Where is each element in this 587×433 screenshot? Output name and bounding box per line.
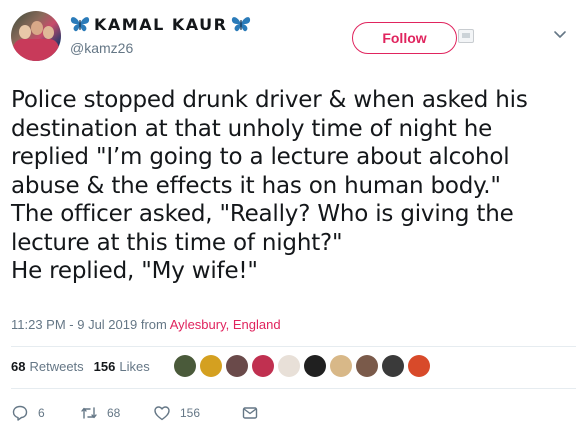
avatar-face [19,25,31,39]
liker-avatar-10[interactable] [408,355,430,377]
likes-stat[interactable]: 156 Likes [94,359,150,374]
direct-message-action[interactable] [241,404,259,422]
reply-count: 6 [38,406,45,420]
butterfly-icon [232,17,251,32]
liker-avatar-2[interactable] [200,355,222,377]
likes-count: 156 [93,359,116,374]
reply-action[interactable]: 6 [11,404,80,422]
tweet-text: Police stopped drunk driver & when asked… [11,87,528,284]
like-action[interactable]: 156 [153,404,241,422]
retweets-count: 68 [11,359,26,374]
retweet-action[interactable]: 68 [80,404,153,422]
liker-avatar-8[interactable] [356,355,378,377]
likes-label: Likes [119,359,150,374]
user-name-row[interactable]: KAMAL KAUR [69,12,252,36]
tweet-location[interactable]: Aylesbury, England [170,317,281,332]
liker-avatars [174,355,434,377]
liker-avatar-7[interactable] [330,355,352,377]
tweet-actions: 6 68 156 [11,402,259,424]
retweets-stat[interactable]: 68 Retweets [11,359,84,374]
avatar-face [31,21,43,35]
avatar-figure [13,39,59,61]
retweets-label: Retweets [29,359,84,374]
avatar-face [43,26,54,39]
like-count: 156 [180,406,201,420]
butterfly-icon [70,17,90,32]
user-handle[interactable]: @kamz26 [70,40,133,56]
follow-button[interactable]: Follow [352,22,457,54]
divider [11,388,576,389]
liker-avatar-3[interactable] [226,355,248,377]
divider [11,346,576,347]
retweet-icon [81,407,97,419]
reply-icon [12,405,28,421]
liker-avatar-5[interactable] [278,355,300,377]
display-name: KAMAL KAUR [94,14,228,34]
tweet-stats: 68 Retweets 156 Likes [11,359,160,374]
tweet-meta: 11:23 PM - 9 Jul 2019 from Aylesbury, En… [11,317,281,332]
tweet-timestamp[interactable]: 11:23 PM - 9 Jul 2019 from [11,317,167,332]
heart-icon [154,406,170,421]
follow-extension-icon[interactable] [458,29,474,43]
chevron-down-icon[interactable] [553,30,567,40]
profile-avatar[interactable] [11,11,61,61]
liker-avatar-1[interactable] [174,355,196,377]
retweet-count: 68 [107,406,121,420]
liker-avatar-4[interactable] [252,355,274,377]
envelope-icon [242,407,258,419]
liker-avatar-6[interactable] [304,355,326,377]
liker-avatar-9[interactable] [382,355,404,377]
